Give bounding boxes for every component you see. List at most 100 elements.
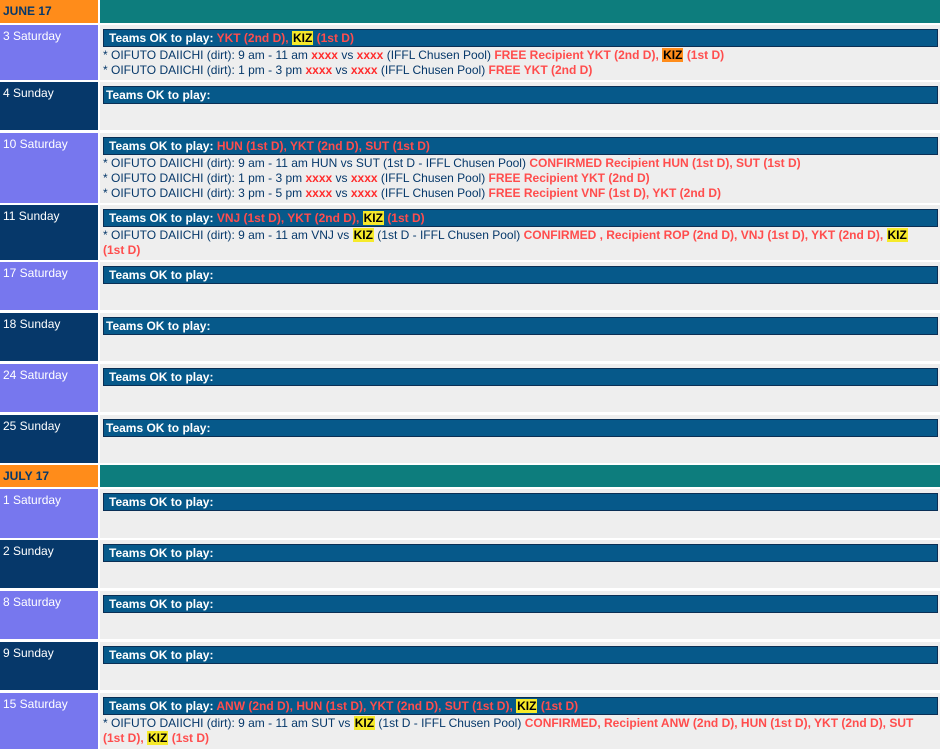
game-text: * OIFUTO DAIICHI (dirt): 9 am - 11 am HU… (103, 156, 526, 170)
teams-ok-bar: Teams OK to play: (103, 266, 938, 284)
day-content: Teams OK to play: ANW (2nd D), HUN (1st … (100, 693, 940, 749)
day-row-june-17: 17 Saturday Teams OK to play: (0, 262, 940, 310)
month-bar (100, 0, 940, 23)
team-highlight-kiz: KIZ (362, 211, 384, 225)
team-highlight-kiz: KIZ (662, 48, 684, 62)
day-row-june-11: 11 Sunday Teams OK to play: VNJ (1st D),… (0, 205, 940, 260)
teams-ok-bar: Teams OK to play: ANW (2nd D), HUN (1st … (103, 697, 938, 715)
teams-list-tail: (1st D) (540, 699, 579, 713)
team-highlight-kiz: KIZ (886, 228, 908, 242)
teams-ok-label: Teams OK to play: (109, 31, 214, 45)
game-line: * OIFUTO DAIICHI (dirt): 9 am - 11 am HU… (103, 156, 940, 171)
teams-ok-label: Teams OK to play: (109, 546, 214, 560)
day-row-june-10: 10 Saturday Teams OK to play: HUN (1st D… (0, 133, 940, 203)
day-content: Teams OK to play: (100, 313, 940, 361)
game-prefix: * OIFUTO DAIICHI (dirt): 9 am - 11 am SU… (103, 716, 351, 730)
teams-ok-bar: Teams OK to play: HUN (1st D), YKT (2nd … (103, 137, 938, 155)
day-label: 15 Saturday (0, 693, 98, 749)
teams-ok-label: Teams OK to play: (109, 495, 214, 509)
game-line: * OIFUTO DAIICHI (dirt): 3 pm - 5 pm xxx… (103, 186, 940, 201)
month-header-row: JUNE 17 (0, 0, 940, 23)
teams-ok-bar: Teams OK to play: (103, 317, 938, 335)
team-highlight-kiz: KIZ (147, 731, 169, 745)
teams-ok-label: Teams OK to play: (109, 268, 214, 282)
game-prefix: * OIFUTO DAIICHI (dirt): 1 pm - 3 pm (103, 63, 303, 77)
month-label: JULY 17 (0, 465, 98, 487)
month-label: JUNE 17 (0, 0, 98, 23)
day-row-june-4: 4 Sunday Teams OK to play: (0, 82, 940, 130)
day-label: 9 Sunday (0, 642, 98, 690)
teams-list-tail: (1st D) (387, 211, 425, 225)
day-row-july-9: 9 Sunday Teams OK to play: (0, 642, 940, 690)
month-header-row: JULY 17 (0, 465, 940, 487)
game-status: FREE Recipient VNF (1st D), YKT (2nd D) (488, 186, 721, 200)
team-placeholder: xxxx (350, 186, 378, 200)
team-placeholder: xxxx (305, 63, 333, 77)
teams-list: ANW (2nd D), HUN (1st D), YKT (2nd D), S… (216, 699, 513, 713)
day-content: Teams OK to play: (100, 364, 940, 412)
vs-label: vs (341, 48, 354, 62)
teams-list: YKT (2nd D), (216, 31, 289, 45)
game-status: CONFIRMED Recipient HUN (1st D), SUT (1s… (529, 156, 801, 170)
game-line: * OIFUTO DAIICHI (dirt): 1 pm - 3 pm xxx… (103, 171, 940, 186)
teams-ok-bar: Teams OK to play: YKT (2nd D), KIZ (1st … (103, 29, 938, 47)
team-placeholder: xxxx (305, 186, 333, 200)
game-prefix: * OIFUTO DAIICHI (dirt): 1 pm - 3 pm (103, 171, 303, 185)
game-line: * OIFUTO DAIICHI (dirt): 9 am - 11 am SU… (103, 716, 940, 746)
day-row-july-15: 15 Saturday Teams OK to play: ANW (2nd D… (0, 693, 940, 749)
vs-label: vs (335, 186, 348, 200)
teams-ok-label: Teams OK to play: (106, 88, 211, 102)
team-placeholder: xxxx (305, 171, 333, 185)
pool-label: (1st D - IFFL Chusen Pool) (377, 228, 521, 242)
teams-list: VNJ (1st D), YKT (2nd D), (216, 211, 360, 225)
game-prefix: * OIFUTO DAIICHI (dirt): 3 pm - 5 pm (103, 186, 303, 200)
teams-ok-label: Teams OK to play: (109, 648, 214, 662)
team-placeholder: xxxx (350, 63, 378, 77)
game-status: CONFIRMED , Recipient ROP (2nd D), VNJ (… (523, 228, 884, 242)
team-highlight-kiz: KIZ (516, 699, 538, 713)
vs-label: vs (335, 171, 348, 185)
teams-ok-bar: Teams OK to play: (103, 646, 938, 664)
day-label: 11 Sunday (0, 205, 98, 260)
teams-ok-bar: Teams OK to play: (103, 419, 938, 437)
team-highlight-kiz: KIZ (352, 228, 374, 242)
game-status-tail: (1st D) (103, 243, 141, 257)
day-row-june-24: 24 Saturday Teams OK to play: (0, 364, 940, 412)
day-row-june-25: 25 Sunday Teams OK to play: (0, 415, 940, 463)
day-content: Teams OK to play: (100, 540, 940, 588)
teams-list: HUN (1st D), YKT (2nd D), SUT (1st D) (216, 139, 430, 153)
team-placeholder: xxxx (311, 48, 338, 62)
day-row-july-1: 1 Saturday Teams OK to play: (0, 489, 940, 538)
team-placeholder: xxxx (350, 171, 378, 185)
pool-label: (1st D - IFFL Chusen Pool) (378, 716, 522, 730)
day-row-july-2: 2 Sunday Teams OK to play: (0, 540, 940, 588)
teams-ok-label: Teams OK to play: (109, 139, 214, 153)
teams-ok-bar: Teams OK to play: (103, 86, 938, 104)
team-placeholder: xxxx (356, 48, 384, 62)
month-bar (100, 465, 940, 487)
day-content: Teams OK to play: (100, 642, 940, 690)
teams-ok-bar: Teams OK to play: VNJ (1st D), YKT (2nd … (103, 209, 938, 227)
game-status: FREE Recipient YKT (2nd D) (488, 171, 650, 185)
day-content: Teams OK to play: (100, 82, 940, 130)
teams-ok-bar: Teams OK to play: (103, 595, 938, 613)
pool-label: (IFFL Chusen Pool) (380, 171, 486, 185)
day-label: 25 Sunday (0, 415, 98, 463)
teams-ok-label: Teams OK to play: (106, 319, 211, 333)
game-status-tail: (1st D) (171, 731, 210, 745)
team-highlight-kiz: KIZ (353, 716, 376, 730)
day-label: 2 Sunday (0, 540, 98, 588)
teams-ok-bar: Teams OK to play: (103, 493, 938, 511)
day-label: 1 Saturday (0, 489, 98, 538)
teams-ok-label: Teams OK to play: (109, 699, 214, 713)
day-content: Teams OK to play: YKT (2nd D), KIZ (1st … (100, 25, 940, 80)
teams-list-tail: (1st D) (316, 31, 354, 45)
day-label: 3 Saturday (0, 25, 98, 80)
pool-label: (IFFL Chusen Pool) (380, 186, 486, 200)
game-prefix: * OIFUTO DAIICHI (dirt): 9 am - 11 am (103, 48, 308, 62)
teams-ok-bar: Teams OK to play: (103, 544, 938, 562)
teams-ok-label: Teams OK to play: (106, 421, 211, 435)
day-row-june-18: 18 Sunday Teams OK to play: (0, 313, 940, 361)
day-label: 10 Saturday (0, 133, 98, 203)
day-content: Teams OK to play: HUN (1st D), YKT (2nd … (100, 133, 940, 203)
